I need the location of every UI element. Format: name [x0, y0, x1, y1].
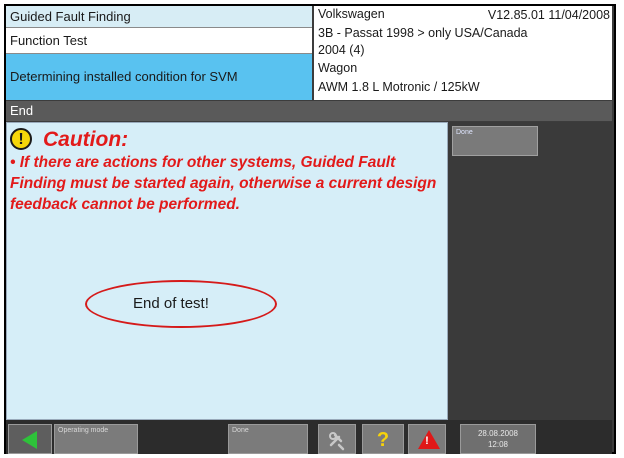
- back-button[interactable]: [8, 424, 52, 454]
- help-icon: ?: [376, 429, 390, 451]
- exclamation-icon: !: [10, 128, 32, 150]
- tools-icon: [329, 432, 345, 451]
- side-done-label: Done: [456, 129, 473, 136]
- done-button[interactable]: Done: [228, 424, 308, 454]
- side-panel: [448, 122, 612, 420]
- warning-button[interactable]: !: [408, 424, 446, 454]
- caution-title: Caution:: [43, 128, 129, 151]
- date-time-display: 28.08.2008 12:08: [460, 424, 536, 454]
- operating-mode-label: Operating mode: [58, 427, 109, 434]
- help-button[interactable]: ?: [362, 424, 404, 454]
- software-version: V12.85.01 11/04/2008: [487, 8, 610, 22]
- header-left-panel: Guided Fault Finding Function Test Deter…: [6, 6, 312, 100]
- caution-text: • If there are actions for other systems…: [10, 154, 437, 213]
- done-label: Done: [232, 427, 249, 434]
- vehicle-make: Volkswagen: [318, 7, 385, 21]
- status-bar: End: [6, 101, 612, 121]
- operating-mode-button[interactable]: Operating mode: [54, 424, 138, 454]
- vehicle-engine: AWM 1.8 L Motronic / 125kW: [318, 80, 480, 94]
- date-label: 28.08.2008: [477, 429, 519, 438]
- content-panel: ! Caution: • If there are actions for ot…: [6, 122, 448, 420]
- vehicle-year: 2004 (4): [318, 43, 365, 57]
- header-title: Guided Fault Finding: [6, 6, 312, 28]
- vehicle-body: Wagon: [318, 61, 358, 75]
- vehicle-model: 3B - Passat 1998 > only USA/Canada: [318, 26, 528, 40]
- time-label: 12:08: [487, 440, 509, 449]
- side-done-button[interactable]: Done: [452, 126, 538, 156]
- tools-button[interactable]: [318, 424, 356, 454]
- header-current-step[interactable]: Determining installed condition for SVM: [6, 54, 312, 100]
- warning-mark: !: [425, 435, 429, 447]
- end-of-test-message: End of test!: [133, 295, 209, 312]
- header-section: Function Test: [6, 28, 312, 54]
- back-arrow-icon: [22, 431, 37, 449]
- vehicle-info-panel: Volkswagen V12.85.01 11/04/2008 3B - Pas…: [314, 6, 612, 100]
